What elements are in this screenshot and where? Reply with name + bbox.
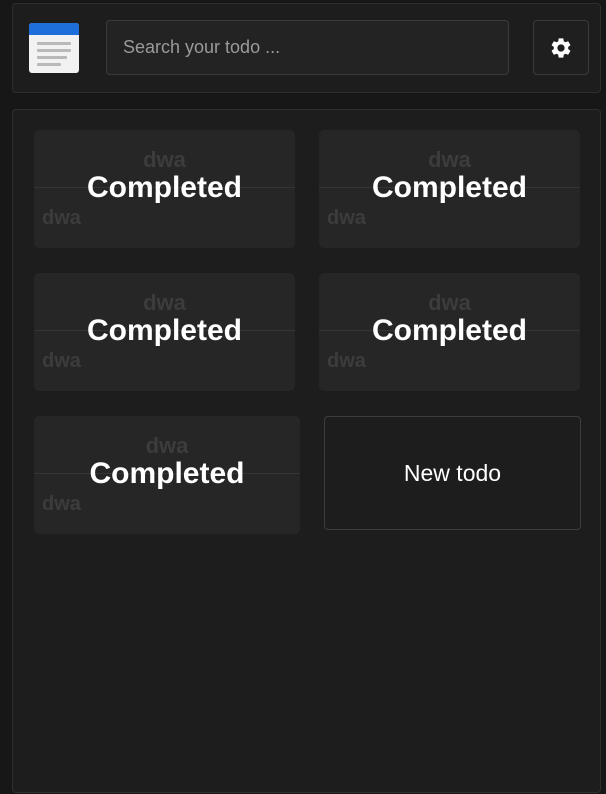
card-status-overlay: Completed [371, 171, 527, 204]
logo-line [37, 63, 61, 66]
todo-card[interactable]: dwa dwa Completed [319, 273, 580, 391]
notes-app-icon [29, 23, 79, 73]
card-description: dwa [42, 350, 81, 372]
card-title: dwa [143, 147, 186, 172]
search-input[interactable] [106, 20, 509, 75]
todo-card[interactable]: dwa dwa Completed [34, 130, 295, 248]
card-title: dwa [428, 290, 471, 315]
card-status-overlay: Completed [86, 171, 242, 204]
card-title: dwa [143, 290, 186, 315]
card-title: dwa [428, 147, 471, 172]
gear-icon [551, 37, 571, 58]
new-todo-label: New todo [403, 459, 502, 486]
logo-line [37, 56, 67, 59]
card-status-overlay: Completed [371, 314, 527, 347]
todo-card[interactable]: dwa dwa Completed [34, 416, 300, 534]
todo-card[interactable]: dwa dwa Completed [34, 273, 295, 391]
card-status-overlay: Completed [86, 314, 242, 347]
settings-button[interactable] [533, 20, 589, 75]
logo-line [37, 42, 71, 45]
todo-card[interactable]: dwa dwa Completed [319, 130, 580, 248]
logo-line [37, 49, 71, 52]
card-description: dwa [327, 207, 366, 229]
card-title: dwa [145, 433, 189, 458]
header-bar [12, 3, 601, 93]
todo-board: dwa dwa Completed dwa dwa Completed dwa … [12, 109, 601, 793]
logo-header-stripe [29, 23, 79, 35]
new-todo-button[interactable]: New todo [324, 416, 581, 530]
card-description: dwa [327, 350, 366, 372]
card-status-overlay: Completed [89, 457, 245, 490]
card-description: dwa [42, 493, 81, 515]
card-description: dwa [42, 207, 81, 229]
